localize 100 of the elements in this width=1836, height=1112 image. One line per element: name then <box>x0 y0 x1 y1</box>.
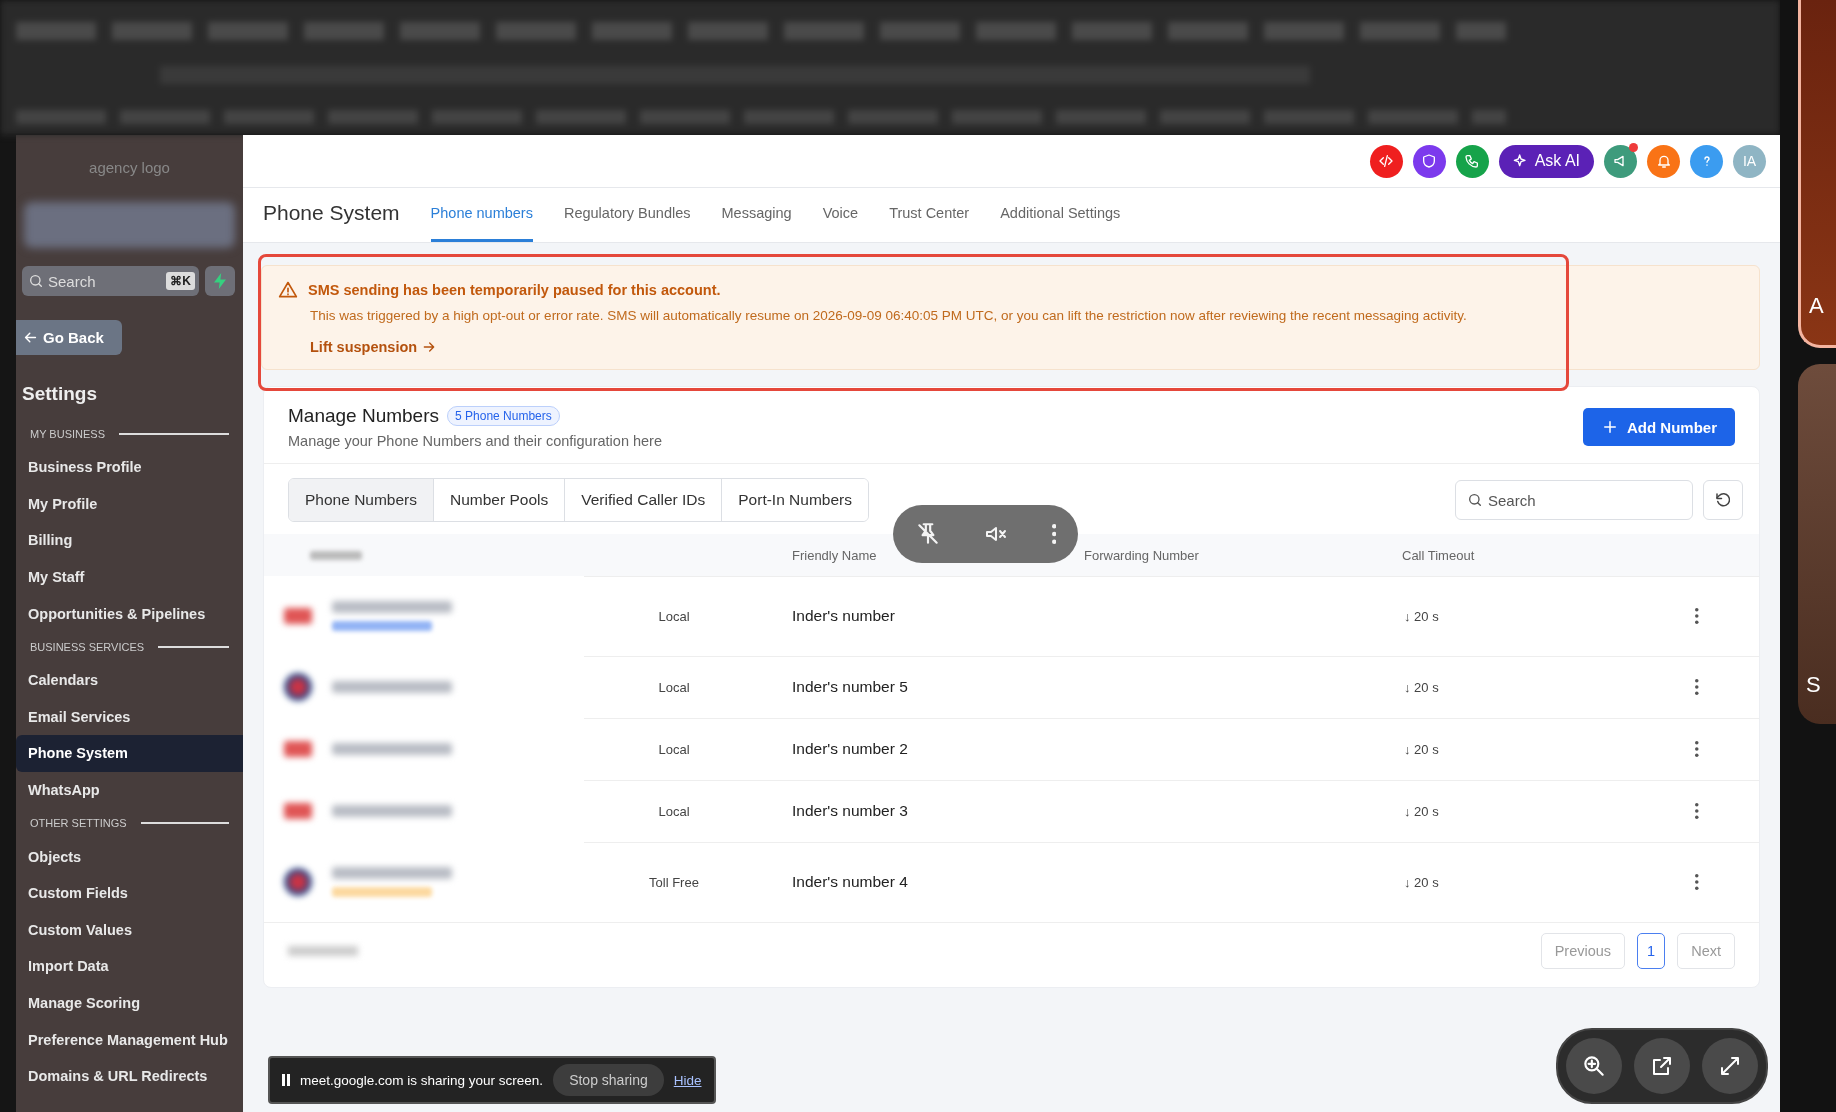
search-icon <box>28 273 44 289</box>
phone-icon <box>1464 153 1481 169</box>
search-field[interactable]: Search <box>1455 480 1693 520</box>
help-button[interactable] <box>1690 144 1723 178</box>
page-tab[interactable]: Regulatory Bundles <box>563 205 691 242</box>
sparkle-icon <box>1512 153 1529 169</box>
count-badge: 5 Phone Numbers <box>447 406 560 426</box>
sidebar-item[interactable]: Phone System <box>16 735 243 772</box>
code-icon <box>1378 153 1395 169</box>
stop-sharing-button[interactable]: Stop sharing <box>553 1064 664 1096</box>
blurred-flag-icon <box>284 803 312 819</box>
friendly-name: Inder's number 4 <box>792 873 908 891</box>
sidebar-item[interactable]: Import Data <box>16 948 243 985</box>
card-subtitle: Manage your Phone Numbers and their configuration here <box>288 433 662 449</box>
more-icon <box>1695 608 1699 624</box>
section-label: MY BUSINESS <box>30 428 105 440</box>
sidebar-item[interactable]: Preference Management Hub <box>16 1021 243 1058</box>
shield-icon <box>1421 153 1438 169</box>
sidebar-item[interactable]: Objects <box>16 838 243 875</box>
go-back-button[interactable]: Go Back <box>16 320 122 355</box>
call-timeout: ↓ 20 s <box>1404 741 1439 757</box>
section-label: OTHER SETTINGS <box>30 817 127 830</box>
shortcut-key: ⌘K <box>166 272 195 290</box>
hide-link[interactable]: Hide <box>673 1072 702 1088</box>
number-type: Toll Free <box>649 874 699 890</box>
sidebar-item[interactable]: Custom Fields <box>16 874 243 912</box>
ask-ai-button[interactable]: Ask AI <box>1498 144 1594 178</box>
settings-heading: Settings <box>22 383 98 405</box>
plus-icon <box>1601 418 1619 436</box>
participant-tile[interactable]: A <box>1798 0 1836 348</box>
blurred-flag-icon <box>284 741 312 757</box>
sidebar-item[interactable]: Email Services <box>16 698 243 736</box>
broken-logo-image: agency logo <box>88 159 171 176</box>
sidebar-item[interactable]: Manage Scoring <box>16 984 243 1022</box>
more-icon <box>1695 679 1699 695</box>
lift-suspension-link[interactable]: Lift suspension <box>310 339 438 355</box>
number-type: Local <box>658 803 690 819</box>
page-tab[interactable]: Phone numbers <box>430 205 533 242</box>
sidebar-item[interactable]: Opportunities & Pipelines <box>16 595 243 632</box>
shield-button[interactable] <box>1412 144 1446 178</box>
zoom-in-button[interactable] <box>1566 1038 1622 1094</box>
call-timeout: ↓ 20 s <box>1404 803 1439 819</box>
share-message: meet.google.com is sharing your screen. <box>300 1072 544 1088</box>
view-tab[interactable]: Phone Numbers <box>289 479 434 521</box>
more-icon <box>1051 524 1057 544</box>
refresh-icon <box>1714 491 1732 509</box>
sidebar-item[interactable]: My Staff <box>16 558 243 596</box>
add-number-button[interactable]: Add Number <box>1583 408 1735 446</box>
number-type: Local <box>658 679 690 695</box>
sidebar-item[interactable]: Billing <box>16 522 243 559</box>
alert-message: This was triggered by a high opt-out or error rate. SMS will automatically resume on 2026-09-09 06:40:05 PM UTC, or you can lift the restriction now after reviewing the recent messaging activity. <box>309 308 1468 323</box>
sidebar-item[interactable]: WhatsApp <box>16 771 243 809</box>
friendly-name: Inder's number <box>792 607 895 625</box>
number-type: Local <box>658 741 690 757</box>
warning-icon <box>278 280 298 300</box>
more-icon <box>1695 874 1699 890</box>
phone-button[interactable] <box>1455 144 1489 178</box>
page-tab[interactable]: Additional Settings <box>1000 205 1121 242</box>
bolt-icon <box>212 273 228 289</box>
sidebar-item[interactable]: Calendars <box>16 661 243 699</box>
expand-button[interactable] <box>1702 1038 1758 1094</box>
column-header: Forwarding Number <box>1084 547 1199 563</box>
bell-icon <box>1655 153 1672 169</box>
call-timeout: ↓ 20 s <box>1404 679 1439 695</box>
bolt-button[interactable] <box>205 266 235 296</box>
sidebar-item[interactable]: Business Profile <box>16 449 243 486</box>
bell-button[interactable] <box>1647 144 1680 178</box>
pause-icon <box>282 1074 290 1086</box>
page-tab[interactable]: Trust Center <box>889 205 970 242</box>
sidebar-item[interactable]: My Profile <box>16 485 243 523</box>
zoom-in-icon <box>1581 1053 1607 1079</box>
page-tab[interactable]: Messaging <box>721 205 792 242</box>
column-header: Call Timeout <box>1402 547 1475 563</box>
sidebar-item[interactable]: Domains & URL Redirects <box>16 1057 243 1095</box>
blurred-page-info <box>288 946 358 956</box>
blurred-flag-icon <box>284 868 312 896</box>
more-icon <box>1695 803 1699 819</box>
friendly-name: Inder's number 2 <box>792 740 908 758</box>
code-button[interactable] <box>1369 144 1403 178</box>
page-title: Phone System <box>263 201 400 226</box>
search-icon <box>1467 492 1483 508</box>
call-timeout: ↓ 20 s <box>1404 874 1439 890</box>
number-type: Local <box>658 608 690 624</box>
page-tab[interactable]: Voice <box>822 205 859 242</box>
refresh-button[interactable] <box>1703 480 1743 520</box>
friendly-name: Inder's number 5 <box>792 678 908 696</box>
sidebar-item[interactable]: Custom Values <box>16 911 243 949</box>
participant-tile[interactable]: S <box>1798 364 1836 724</box>
friendly-name: Inder's number 3 <box>792 802 908 820</box>
expand-icon <box>1718 1054 1742 1078</box>
blurred-flag-icon <box>284 673 312 701</box>
card-title: Manage Numbers <box>288 405 440 427</box>
column-header: Friendly Name <box>792 547 877 563</box>
blurred-account-switcher[interactable] <box>24 202 235 248</box>
page-button[interactable]: 1 <box>1637 933 1666 969</box>
open-external-button[interactable] <box>1634 1038 1690 1094</box>
external-link-icon <box>1650 1054 1674 1078</box>
call-timeout: ↓ 20 s <box>1404 608 1439 624</box>
megaphone-button[interactable] <box>1604 144 1637 178</box>
alert-title: SMS sending has been temporarily paused for this account. <box>308 282 721 298</box>
